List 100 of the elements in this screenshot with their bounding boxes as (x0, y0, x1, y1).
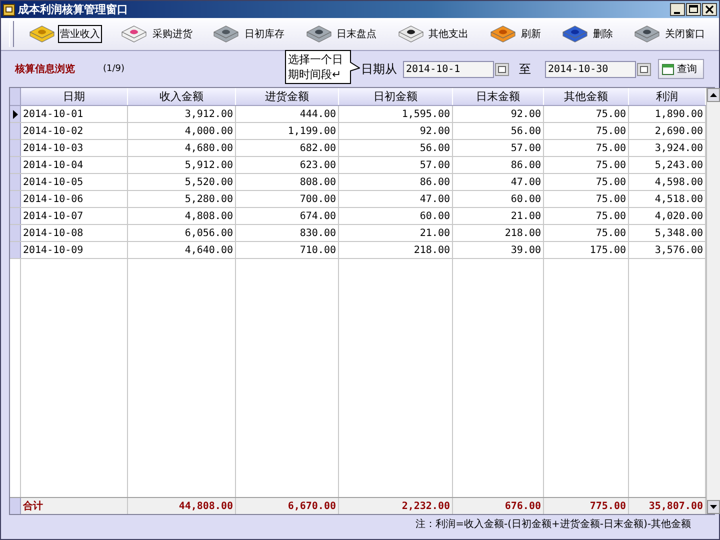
total-cell: 2,232.00 (339, 498, 453, 514)
column-header: 进货金额 (236, 88, 339, 105)
table-cell: 56.00 (453, 123, 544, 139)
total-cell: 合计 (21, 498, 128, 514)
table-cell: 75.00 (544, 123, 629, 139)
total-cell: 6,670.00 (236, 498, 339, 514)
table-cell: 4,000.00 (128, 123, 236, 139)
window-title: 成本利润核算管理窗口 (18, 2, 128, 17)
table-cell: 2014-10-09 (21, 242, 128, 258)
table-cell: 75.00 (544, 208, 629, 224)
table-cell: 674.00 (236, 208, 339, 224)
calendar-icon[interactable] (637, 62, 651, 76)
table-cell: 2014-10-06 (21, 191, 128, 207)
toolbar-button[interactable]: 删除 (558, 21, 619, 47)
table-cell: 5,280.00 (128, 191, 236, 207)
table-cell: 47.00 (339, 191, 453, 207)
table-cell: 57.00 (339, 157, 453, 173)
callout-text: 选择一个日期时间段↵ (285, 50, 351, 84)
row-header (10, 498, 21, 514)
table-cell: 56.00 (339, 140, 453, 156)
toolbar-button[interactable]: 刷新 (486, 21, 547, 47)
column-header: 日初金额 (339, 88, 453, 105)
app-icon (3, 4, 15, 16)
scroll-down-icon[interactable] (707, 500, 720, 514)
tile-icon (213, 25, 240, 43)
toolbar-button[interactable]: 其他支出 (394, 21, 475, 47)
table-cell: 21.00 (339, 225, 453, 241)
toolbar-button[interactable]: 关闭窗口 (630, 21, 711, 47)
table-cell: 2014-10-04 (21, 157, 128, 173)
table-cell: 75.00 (544, 191, 629, 207)
table-cell: 2014-10-05 (21, 174, 128, 190)
table-cell: 75.00 (544, 157, 629, 173)
table-cell: 2014-10-07 (21, 208, 128, 224)
scroll-up-icon[interactable] (707, 88, 720, 102)
table-cell: 4,808.00 (128, 208, 236, 224)
tile-icon (490, 25, 516, 43)
toolbar-button[interactable]: 营业收入 (25, 21, 106, 47)
table-cell: 92.00 (339, 123, 453, 139)
table-cell: 39.00 (453, 242, 544, 258)
table-cell: 86.00 (339, 174, 453, 190)
table-cell: 623.00 (236, 157, 339, 173)
table-cell: 5,520.00 (128, 174, 236, 190)
table-cell: 700.00 (236, 191, 339, 207)
formula-note: 注：利润=收入金额-(日初金额+进货金额-日末金额)-其他金额 (416, 518, 691, 531)
row-pointer-icon (12, 110, 18, 118)
calendar-icon[interactable] (495, 62, 509, 76)
tile-icon (121, 25, 148, 43)
maximize-icon[interactable] (686, 3, 701, 16)
table-cell: 2014-10-08 (21, 225, 128, 241)
table-cell: 444.00 (236, 106, 339, 122)
column-header: 日期 (21, 88, 128, 105)
column-header: 收入金额 (128, 88, 236, 105)
window-icon (662, 64, 674, 74)
tile-icon (306, 25, 332, 43)
total-cell: 676.00 (453, 498, 544, 514)
date-to-label: 至 (519, 60, 531, 78)
table-cell: 218.00 (453, 225, 544, 241)
table-cell: 86.00 (453, 157, 544, 173)
close-icon[interactable] (702, 3, 717, 16)
table-cell: 4,640.00 (128, 242, 236, 258)
date-to-field[interactable]: 2014-10-30 (545, 60, 636, 78)
scrollbar[interactable] (706, 88, 720, 514)
page-counter: (1/9) (103, 64, 126, 74)
table-cell: 175.00 (544, 242, 629, 258)
query-button[interactable]: 查询 (658, 59, 704, 79)
table-cell: 682.00 (236, 140, 339, 156)
table-cell: 47.00 (453, 174, 544, 190)
table-cell: 5,912.00 (128, 157, 236, 173)
table-cell: 21.00 (453, 208, 544, 224)
date-from-label: 日期从 (361, 60, 397, 78)
table-cell: 57.00 (453, 140, 544, 156)
minimize-icon[interactable] (670, 3, 685, 16)
toolbar-button[interactable]: 日末盘点 (302, 21, 382, 47)
table-cell: 75.00 (544, 225, 629, 241)
table-cell: 808.00 (236, 174, 339, 190)
table-cell: 60.00 (339, 208, 453, 224)
total-cell: 775.00 (544, 498, 629, 514)
total-cell: 44,808.00 (128, 498, 236, 514)
table-cell: 830.00 (236, 225, 339, 241)
table-cell: 710.00 (236, 242, 339, 258)
toolbar-button[interactable]: 采购进货 (117, 21, 198, 47)
toolbar-button[interactable]: 日初库存 (209, 21, 290, 47)
tile-icon (562, 25, 588, 43)
table-cell: 60.00 (453, 191, 544, 207)
table-cell: 75.00 (544, 106, 629, 122)
table-cell: 2014-10-02 (21, 123, 128, 139)
table-cell: 2014-10-03 (21, 140, 128, 156)
table-cell: 75.00 (544, 174, 629, 190)
table-cell: 2014-10-01 (21, 106, 128, 122)
section-title: 核算信息浏览 (15, 62, 76, 76)
table-cell: 75.00 (544, 140, 629, 156)
table-cell: 1,199.00 (236, 123, 339, 139)
date-from-field[interactable]: 2014-10-1 (403, 60, 494, 78)
table-cell: 3,912.00 (128, 106, 236, 122)
table-cell: 92.00 (453, 106, 544, 122)
table-cell: 218.00 (339, 242, 453, 258)
table-cell: 6,056.00 (128, 225, 236, 241)
column-header: 其他金额 (544, 88, 629, 105)
column-header: 日末金额 (453, 88, 544, 105)
table-cell: 1,595.00 (339, 106, 453, 122)
